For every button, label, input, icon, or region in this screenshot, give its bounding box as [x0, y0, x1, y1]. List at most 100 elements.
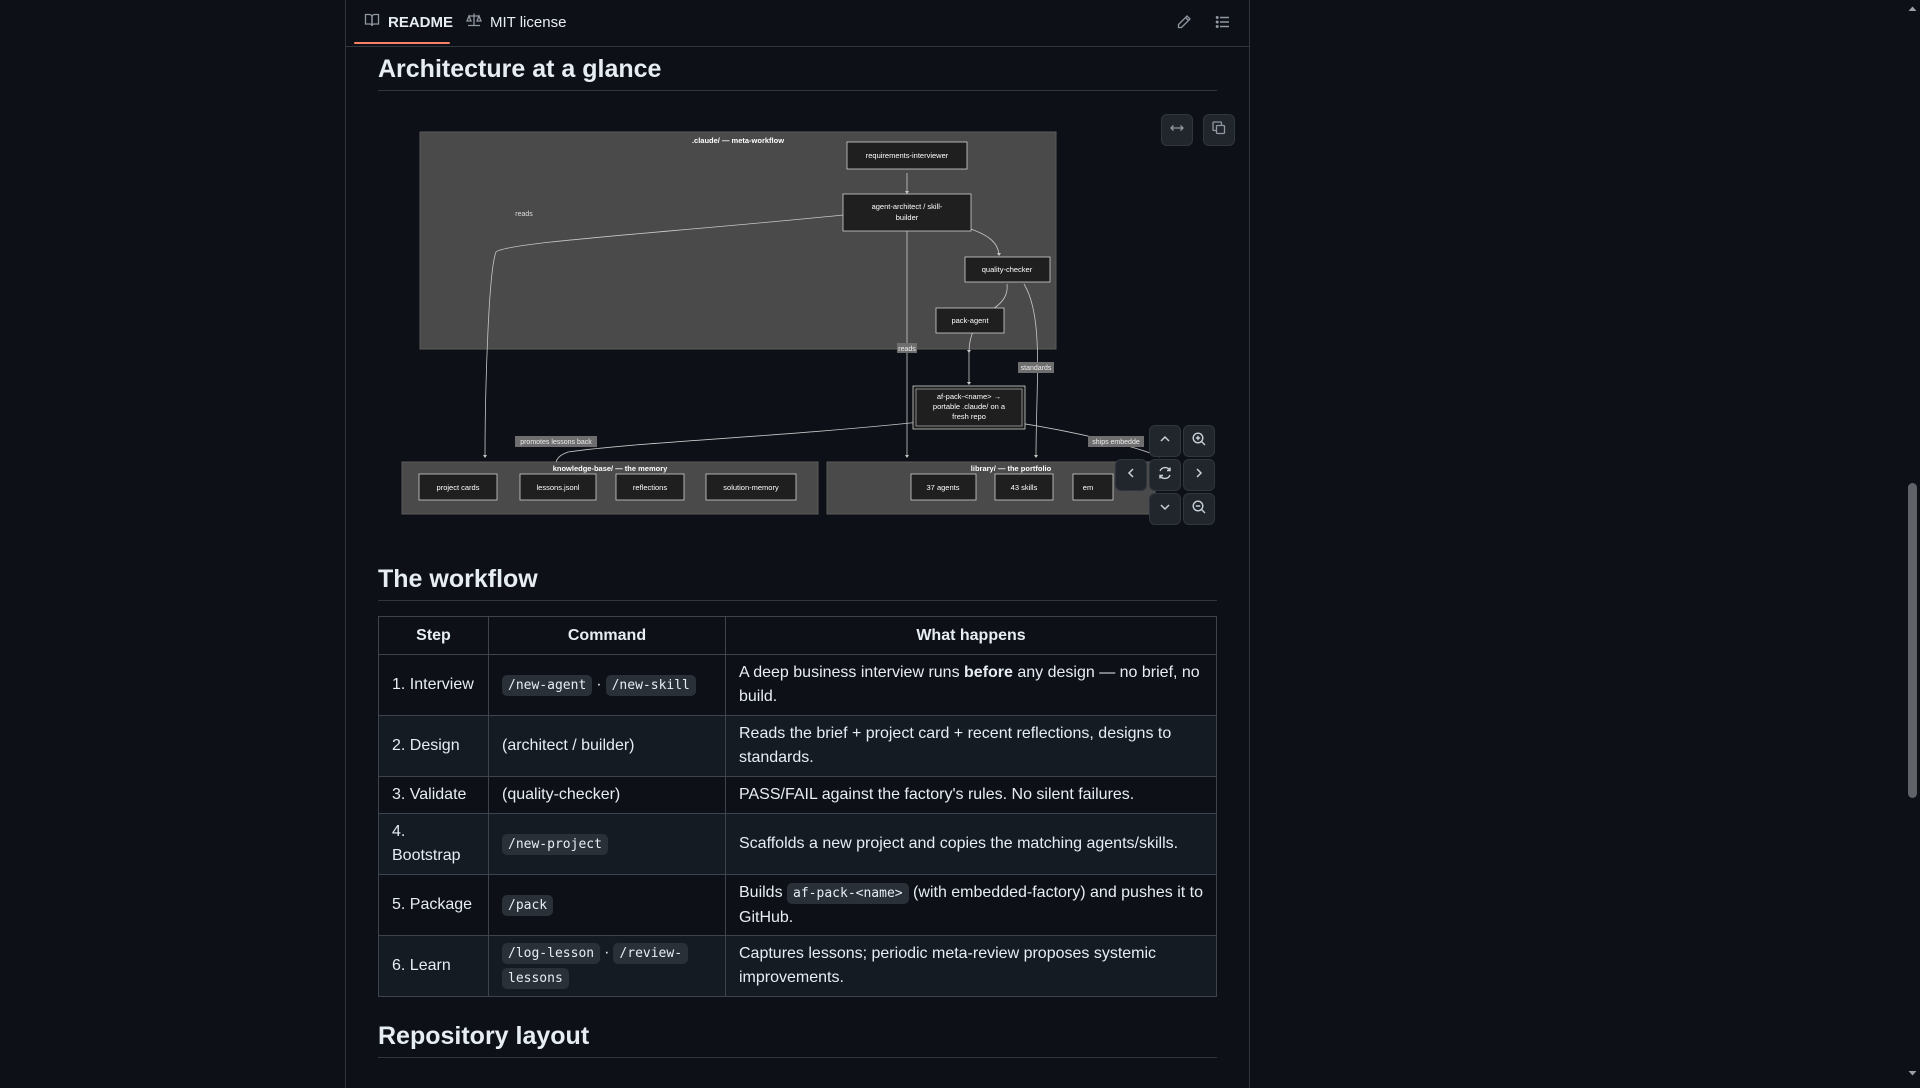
node-architect-label-1: agent-architect / skill- [872, 202, 943, 211]
command-code: /new-agent [502, 674, 593, 696]
node-pack-label: pack-agent [951, 316, 989, 325]
inline-code: af-pack-<name> [787, 882, 909, 904]
column-header-command: Command [488, 616, 726, 655]
outline-button[interactable] [1213, 12, 1233, 32]
divider [378, 600, 1217, 601]
step-text: 4. [392, 823, 406, 840]
pencil-icon [1174, 15, 1194, 36]
edge-label-promotes: promotes lessons back [520, 439, 592, 446]
separator: · [604, 944, 610, 961]
description-cell: Reads the brief + project card + recent … [725, 715, 1217, 777]
table-row: 2. Design (architect / builder) Reads th… [378, 715, 1217, 777]
node-skills-label: 43 skills [1011, 483, 1038, 492]
scrollbar-thumb[interactable] [1908, 483, 1917, 798]
expand-horizontal-icon [1169, 120, 1185, 141]
divider [378, 90, 1217, 91]
library-cluster-label: library/ — the portfolio [971, 464, 1052, 473]
workflow-heading: The workflow [378, 565, 538, 593]
active-tab-indicator [354, 42, 450, 44]
reset-view-button[interactable] [1149, 459, 1181, 491]
table-row: 1. Interview /new-agent ·/new-skill A dee… [378, 654, 1217, 716]
pan-down-button[interactable] [1149, 493, 1181, 525]
pan-left-button[interactable] [1115, 459, 1147, 491]
command-code: /review- [613, 943, 689, 964]
command-cell: /new-project [488, 813, 726, 875]
table-header-row: Step Command What happens [378, 616, 1217, 655]
column-header-what-happens: What happens [725, 616, 1217, 655]
architecture-heading: Architecture at a glance [378, 55, 662, 83]
command-cell: /log-lesson ·/review-lessons [488, 935, 726, 997]
copy-icon [1211, 120, 1227, 141]
mermaid-diagram[interactable]: .claude/ — meta-workflow knowledge-base/… [378, 102, 1235, 532]
memory-cluster-label: knowledge-base/ — the memory [553, 464, 668, 473]
node-embedded-label: em [1083, 483, 1093, 492]
chevron-down-icon [1157, 499, 1173, 520]
diagram-canvas: .claude/ — meta-workflow knowledge-base/… [401, 131, 1161, 515]
edge-label-reads: reads [515, 211, 533, 218]
description-cell: Builds af-pack-<name> (with embedded-fac… [725, 874, 1217, 936]
edge-label-ships: ships embedde [1092, 439, 1140, 446]
edit-file-button[interactable] [1174, 12, 1194, 32]
column-header-step: Step [378, 616, 489, 655]
separator: · [596, 675, 602, 693]
command-cell: /pack [488, 874, 726, 936]
zoom-out-icon [1191, 499, 1207, 520]
description-cell: Captures lessons; periodic meta-review p… [725, 935, 1217, 997]
node-architect-label-2: builder [896, 213, 919, 222]
node-agents-label: 37 agents [927, 483, 960, 492]
description-cell: A deep business interview runs before an… [725, 654, 1217, 716]
command-cell: (architect / builder) [488, 715, 726, 777]
scroll-up-arrow[interactable] [1905, 2, 1920, 14]
step-cell: 2. Design [378, 715, 489, 777]
pan-up-button[interactable] [1149, 425, 1181, 457]
chevron-right-icon [1191, 465, 1207, 486]
zoom-in-button[interactable] [1183, 425, 1215, 457]
command-code: /new-project [502, 833, 608, 855]
refresh-icon [1157, 465, 1173, 486]
readme-panel: README MIT license Architecture at a gla… [345, 0, 1250, 1088]
edge-label-standards: standards [1021, 365, 1052, 372]
meta-cluster-label: .claude/ — meta-workflow [692, 136, 784, 145]
divider [378, 1057, 1217, 1058]
edge-label-reads: reads [898, 346, 916, 353]
command-code: /pack [502, 894, 554, 916]
workflow-table: Step Command What happens 1. Interview /… [378, 616, 1217, 997]
description-cell: Scaffolds a new project and copies the m… [725, 813, 1217, 875]
repository-heading: Repository layout [378, 1022, 590, 1050]
command-cell: /new-agent ·/new-skill [488, 654, 726, 716]
step-cell: 5. Package [378, 874, 489, 936]
table-row: 4. Bootstrap /new-project Scaffolds a new… [378, 813, 1217, 875]
table-row: 5. Package /pack Builds af-pack-<name> (… [378, 874, 1217, 936]
list-icon [1213, 16, 1233, 36]
node-lessons-label: lessons.jsonl [537, 483, 580, 492]
description-text: A deep business interview runs [739, 664, 965, 681]
chevron-up-icon [1157, 431, 1173, 452]
pan-right-button[interactable] [1183, 459, 1215, 491]
tab-license[interactable]: MIT license [458, 0, 574, 44]
copy-diagram-button[interactable] [1203, 114, 1235, 146]
scroll-down-arrow[interactable] [1905, 1066, 1920, 1078]
step-cell: 1. Interview [378, 654, 489, 716]
node-quality-label: quality-checker [982, 265, 1033, 274]
book-icon [364, 12, 380, 32]
tab-readme[interactable]: README [356, 0, 461, 44]
node-solution-memory-label: solution-memory [723, 483, 779, 492]
command-code: /new-skill [605, 674, 696, 696]
zoom-in-icon [1191, 431, 1207, 452]
step-cell: 4. Bootstrap [378, 813, 489, 875]
scale-icon [466, 12, 482, 32]
tab-license-label: MIT license [490, 13, 567, 31]
command-cell: (quality-checker) [488, 776, 726, 814]
node-afpack-label-3: fresh repo [952, 412, 986, 421]
node-afpack-label-1: af-pack-<name> → [937, 392, 1001, 401]
chevron-left-icon [1123, 465, 1139, 486]
expand-diagram-button[interactable] [1161, 114, 1193, 146]
step-cell: 6. Learn [378, 935, 489, 997]
description-emphasis: before [964, 664, 1013, 681]
step-cell: 3. Validate [378, 776, 489, 814]
zoom-out-button[interactable] [1183, 493, 1215, 525]
node-project-cards-label: project cards [437, 483, 480, 492]
readme-tab-bar: README MIT license [346, 0, 1249, 47]
node-requirements-label: requirements-interviewer [866, 151, 949, 160]
step-text: Bootstrap [392, 847, 461, 864]
